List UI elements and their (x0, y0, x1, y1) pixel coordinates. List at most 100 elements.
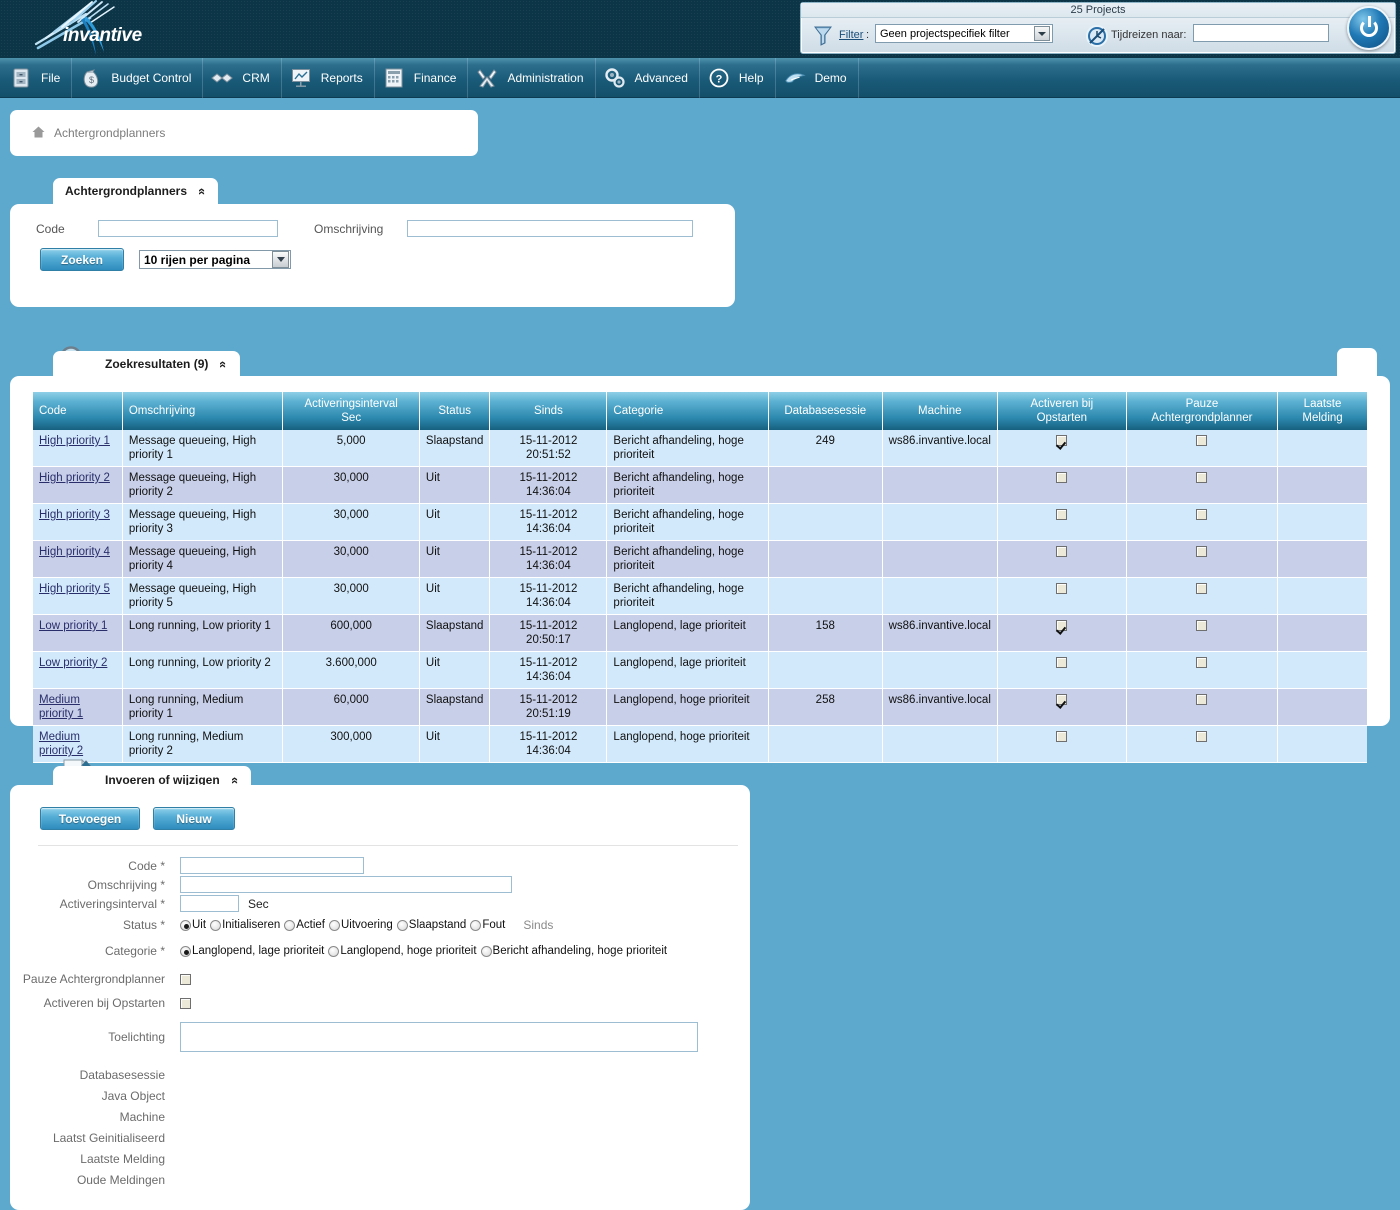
col-activeren-bij-opstarten[interactable]: Activeren bij Opstarten (997, 392, 1127, 430)
row-activeren-checkbox[interactable] (1056, 546, 1068, 558)
pauze-checkbox[interactable] (180, 973, 191, 985)
rows-per-page-select[interactable]: 10 rijen per pagina (139, 250, 291, 269)
table-cell: Uit (419, 503, 491, 541)
col-databasesessie[interactable]: Databasesessie (768, 392, 883, 430)
chevron-down-icon[interactable] (1034, 26, 1050, 41)
row-pauze-checkbox[interactable] (1196, 694, 1208, 706)
row-code-link[interactable]: Medium priority 1 (39, 694, 83, 720)
col-omschrijving[interactable]: Omschrijving (122, 392, 284, 430)
search-omschrijving-input[interactable] (407, 220, 694, 237)
col-status[interactable]: Status (419, 392, 491, 430)
row-pauze-checkbox[interactable] (1196, 583, 1208, 595)
row-code-link[interactable]: Medium priority 2 (39, 731, 83, 757)
table-cell (882, 503, 998, 541)
row-code-link[interactable]: High priority 3 (39, 509, 110, 521)
table-row: High priority 1 Message queueing, High pr… (33, 430, 1367, 467)
status-radio[interactable] (329, 919, 340, 931)
col-machine[interactable]: Machine (882, 392, 998, 430)
row-activeren-checkbox[interactable] (1056, 509, 1068, 521)
categorie-radio[interactable] (180, 945, 191, 957)
activeringsinterval-input[interactable] (180, 895, 239, 912)
row-pauze-checkbox[interactable] (1196, 620, 1208, 632)
status-radio[interactable] (210, 919, 222, 931)
field-pauze: Pauze Achtergrondplanner (10, 972, 750, 986)
filter-link[interactable]: Filter (839, 29, 863, 41)
nieuw-button[interactable]: Nieuw (153, 807, 235, 830)
row-pauze-checkbox[interactable] (1196, 657, 1208, 669)
menu-item-demo[interactable]: Demo (776, 57, 859, 98)
row-code-link[interactable]: High priority 2 (39, 472, 110, 484)
row-pauze-checkbox[interactable] (1196, 472, 1208, 484)
status-radio[interactable] (284, 919, 296, 931)
menu-item-help[interactable]: ? Help (700, 57, 776, 98)
project-filter-box: 25 Projects Filter : Geen projectspecifi… (800, 2, 1396, 54)
col-pauze-achtergrondplanner[interactable]: Pauze Achtergrondplanner (1126, 392, 1279, 430)
readonly-field-label: Oude Meldingen (76, 1173, 165, 1187)
chevron-down-icon[interactable] (272, 251, 289, 268)
menu-item-administration[interactable]: Administration (468, 57, 596, 98)
activeren-checkbox[interactable] (180, 997, 191, 1009)
status-radio[interactable] (180, 919, 191, 931)
readonly-field-label: Laatste Melding (80, 1152, 165, 1166)
row-activeren-checkbox[interactable] (1056, 620, 1068, 632)
row-code-link[interactable]: High priority 4 (39, 546, 110, 558)
row-activeren-checkbox[interactable] (1056, 435, 1068, 447)
row-activeren-checkbox[interactable] (1056, 657, 1068, 669)
zoeken-button[interactable]: Zoeken (40, 248, 124, 271)
field-toelichting: Toelichting (10, 1022, 750, 1052)
status-radio[interactable] (396, 919, 408, 931)
categorie-radio[interactable] (480, 945, 492, 957)
table-cell: High priority 1 (33, 430, 123, 467)
power-logout-icon[interactable] (1347, 6, 1391, 50)
menu-item-budget-control[interactable]: $ Budget Control (72, 57, 204, 98)
search-code-input[interactable] (98, 220, 278, 237)
menu-item-crm[interactable]: CRM (203, 57, 282, 98)
table-row: High priority 5 Message queueing, High pr… (33, 577, 1367, 615)
home-icon[interactable] (32, 126, 45, 141)
col-laatste-melding[interactable]: Laatste Melding (1277, 392, 1367, 430)
menu-item-finance[interactable]: Finance (375, 57, 469, 98)
row-activeren-checkbox[interactable] (1056, 472, 1068, 484)
tab-zoekresultaten[interactable]: Zoekresultaten (9) « (53, 351, 240, 377)
categorie-radio-group[interactable]: Langlopend, lage prioriteit Langlopend, h… (180, 945, 671, 957)
menu-item-file[interactable]: File (0, 57, 73, 98)
toelichting-textarea[interactable] (180, 1022, 698, 1052)
pauze-label: Pauze Achtergrondplanner (22, 972, 165, 986)
chevron-up-icon[interactable]: « (228, 776, 243, 783)
timetravel-input[interactable] (1193, 24, 1329, 42)
row-activeren-checkbox[interactable] (1056, 694, 1068, 706)
menu-item-reports[interactable]: Reports (282, 57, 375, 98)
col-sinds[interactable]: Sinds (489, 392, 608, 430)
col-activeringsinterval[interactable]: Activeringsinterval Sec (282, 392, 420, 430)
row-pauze-checkbox[interactable] (1196, 546, 1208, 558)
menu-item-advanced[interactable]: Advanced (596, 57, 700, 98)
readonly-field-list: Databasesessie Java Object Machine Laatst G… (10, 1068, 750, 1194)
row-code-link[interactable]: Low priority 2 (39, 657, 107, 669)
col-categorie[interactable]: Categorie (606, 392, 769, 430)
tab-achtergrondplanners[interactable]: Achtergrondplanners « (53, 178, 219, 204)
row-activeren-checkbox[interactable] (1056, 583, 1068, 595)
main-menu-bar: File $ Budget Control CRM Reports Financ… (0, 57, 1400, 98)
code-input[interactable] (180, 857, 364, 874)
chevron-up-icon[interactable]: « (216, 360, 231, 367)
chevron-up-icon[interactable]: « (195, 187, 210, 194)
tab-stub-right[interactable] (1337, 348, 1377, 376)
status-radio-group[interactable]: Uit Initialiseren Actief Uitvoering Slaapsta… (180, 919, 509, 931)
row-code-link[interactable]: High priority 1 (39, 435, 110, 447)
row-code-link[interactable]: Low priority 1 (39, 620, 107, 632)
toevoegen-button[interactable]: Toevoegen (40, 807, 140, 830)
row-activeren-checkbox[interactable] (1056, 731, 1068, 743)
omschrijving-input[interactable] (180, 876, 512, 893)
row-pauze-checkbox[interactable] (1196, 731, 1208, 743)
table-row: Medium priority 1 Long running, Medium pr… (33, 688, 1367, 726)
tab-label: Achtergrondplanners (65, 184, 188, 198)
col-code[interactable]: Code (33, 392, 123, 430)
project-filter-select[interactable]: Geen projectspecifiek filter (875, 24, 1053, 43)
row-code-link[interactable]: High priority 5 (39, 583, 110, 595)
table-cell: Langlopend, hoge prioriteit (606, 725, 769, 763)
row-pauze-checkbox[interactable] (1196, 435, 1208, 447)
categorie-radio[interactable] (328, 945, 340, 957)
table-cell: Slaapstand (419, 614, 491, 652)
status-radio[interactable] (470, 919, 482, 931)
row-pauze-checkbox[interactable] (1196, 509, 1208, 521)
